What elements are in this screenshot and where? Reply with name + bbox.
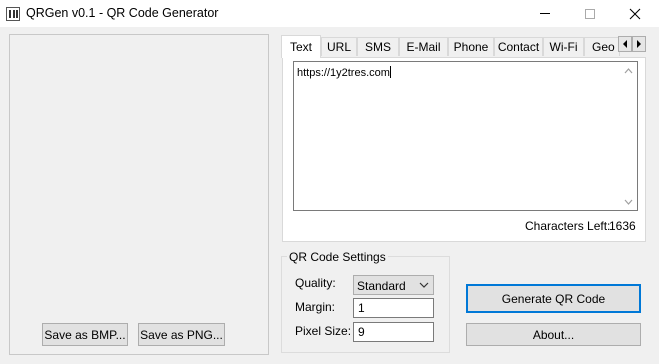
close-icon <box>629 8 641 19</box>
qr-preview-panel <box>9 34 269 355</box>
tab-strip: Text URL SMS E-Mail Phone Contact Wi-Fi … <box>281 35 620 58</box>
margin-label: Margin: <box>295 300 336 314</box>
margin-input[interactable]: 1 <box>353 298 434 318</box>
quality-label: Quality: <box>295 276 336 290</box>
tab-url[interactable]: URL <box>321 37 357 56</box>
arrow-left-icon <box>623 40 627 48</box>
maximize-icon <box>585 8 595 19</box>
scroll-up-icon[interactable] <box>620 62 637 79</box>
tab-sms[interactable]: SMS <box>357 37 399 56</box>
window-title: QRGen v0.1 - QR Code Generator <box>26 6 219 20</box>
generate-qr-button[interactable]: Generate QR Code <box>466 284 641 313</box>
text-content: https://1y2tres.com <box>297 67 390 79</box>
close-button[interactable] <box>612 0 658 27</box>
save-bmp-button[interactable]: Save as BMP... <box>42 323 128 346</box>
tab-scroll-left-button[interactable] <box>618 36 632 52</box>
characters-left-label: Characters Left: <box>525 219 611 233</box>
tab-contact[interactable]: Contact <box>494 37 543 56</box>
text-scrollbar[interactable] <box>620 62 637 210</box>
save-png-button[interactable]: Save as PNG... <box>138 323 225 346</box>
quality-value: Standard <box>357 279 406 293</box>
tab-phone[interactable]: Phone <box>448 37 494 56</box>
tab-email[interactable]: E-Mail <box>399 37 448 56</box>
minimize-button[interactable] <box>522 0 568 27</box>
tab-wifi[interactable]: Wi-Fi <box>543 37 584 56</box>
characters-left-value: 1636 <box>609 219 636 233</box>
text-caret <box>389 66 391 78</box>
tab-text[interactable]: Text <box>281 35 321 58</box>
quality-select[interactable]: Standard <box>353 275 434 295</box>
arrow-right-icon <box>637 40 641 48</box>
qr-text-input[interactable]: https://1y2tres.com <box>293 61 638 211</box>
chevron-down-icon <box>419 282 429 288</box>
scroll-down-icon[interactable] <box>620 193 637 210</box>
text-content-line: https://1y2tres.com <box>297 66 391 79</box>
tab-scroll-buttons <box>618 36 646 52</box>
tab-geo[interactable]: Geo <box>584 37 620 56</box>
pixel-size-label: Pixel Size: <box>295 324 352 338</box>
pixel-size-input[interactable]: 9 <box>353 322 434 342</box>
qr-settings-legend: QR Code Settings <box>287 250 388 264</box>
app-icon <box>6 7 20 21</box>
maximize-button[interactable] <box>567 0 613 27</box>
minimize-icon <box>540 13 550 14</box>
tab-scroll-right-button[interactable] <box>632 36 646 52</box>
about-button[interactable]: About... <box>466 323 641 346</box>
